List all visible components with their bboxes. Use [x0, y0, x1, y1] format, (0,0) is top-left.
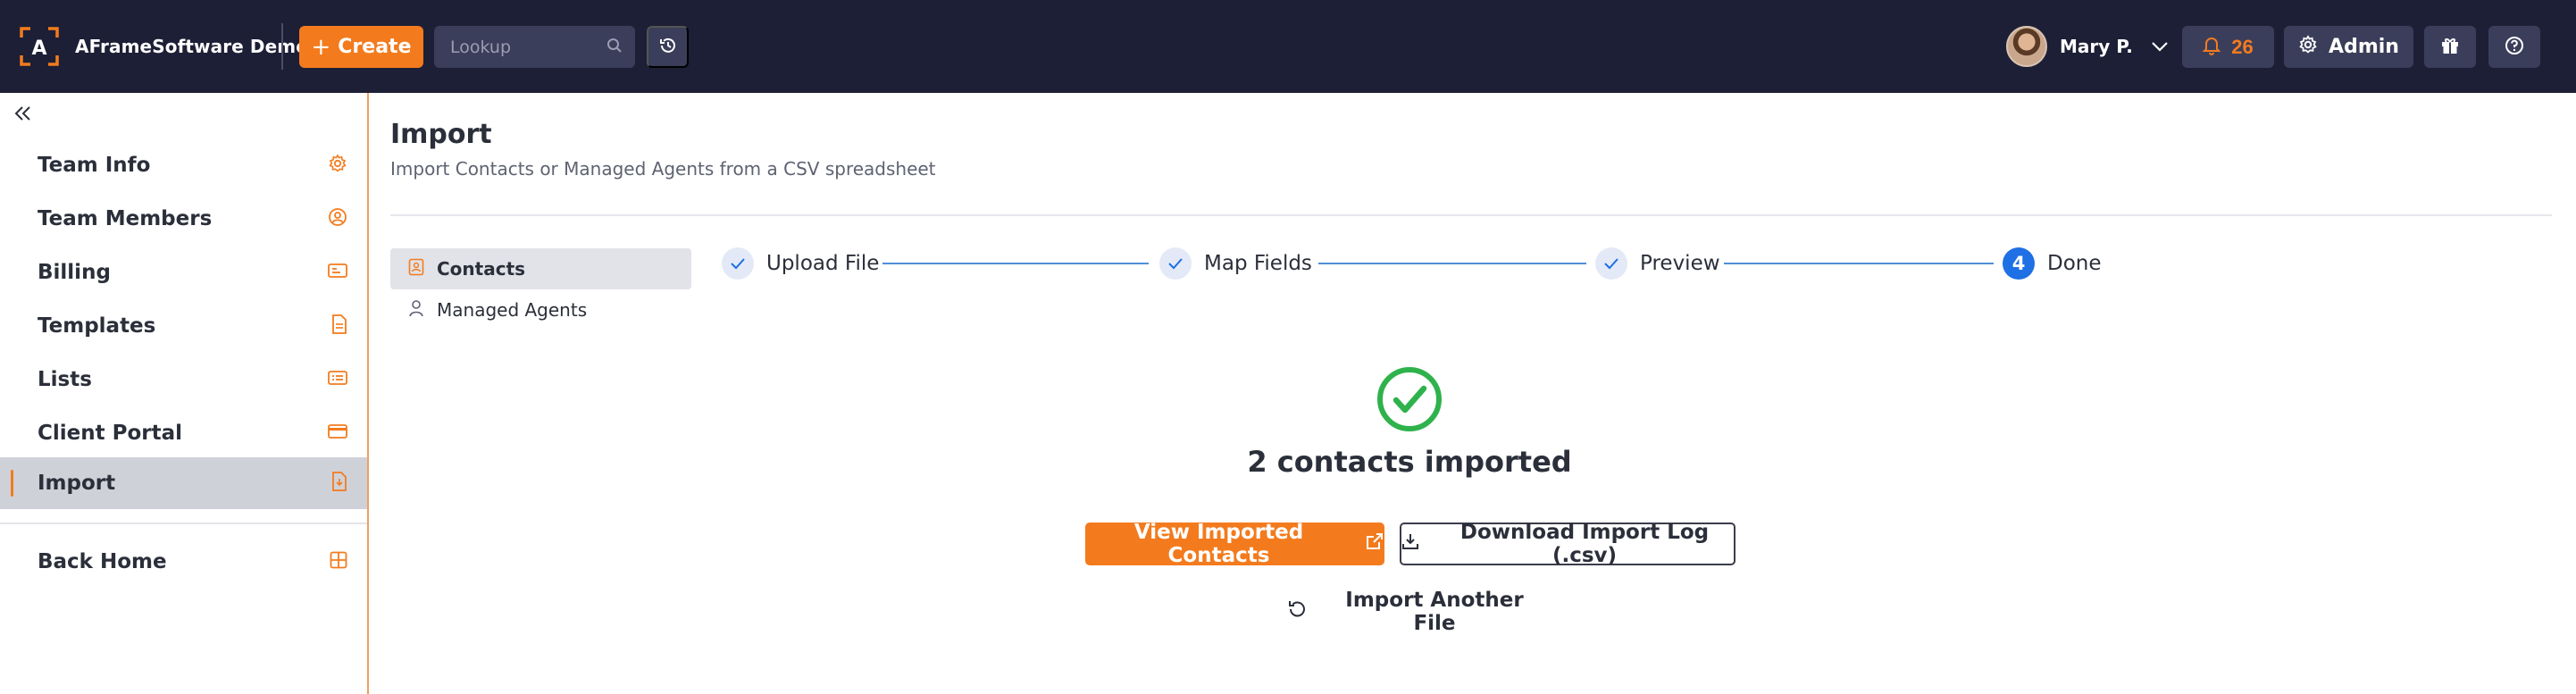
admin-label: Admin: [2329, 36, 2399, 58]
sidebar-item-label: Client Portal: [38, 422, 183, 445]
sidebar-item-back-home[interactable]: Back Home: [0, 536, 367, 588]
sidebar-item-label: Back Home: [38, 550, 167, 573]
import-another-file-button[interactable]: Import Another File: [1286, 589, 1545, 635]
create-button[interactable]: + Create: [299, 26, 423, 68]
brand[interactable]: A AFrameSoftware Demo: [20, 27, 308, 66]
search-icon[interactable]: [606, 38, 623, 57]
sidebar-item-lists[interactable]: Lists: [0, 354, 367, 406]
step-label: Map Fields: [1204, 252, 1312, 275]
billing-card-icon: [328, 263, 347, 282]
sidebar-item-label: Lists: [38, 368, 92, 391]
import-another-label: Import Another File: [1345, 589, 1524, 635]
view-button-label: View Imported Contacts: [1133, 521, 1304, 567]
check-icon: [1595, 247, 1627, 280]
create-label: Create: [338, 36, 412, 58]
grid-icon: [330, 551, 347, 573]
person-icon: [408, 299, 424, 321]
step-label: Preview: [1640, 252, 1720, 275]
plus-icon: +: [311, 33, 331, 61]
import-file-icon: [331, 472, 347, 495]
double-chevron-left-icon: [14, 105, 32, 124]
download-button-label: Download Import Log (.csv): [1459, 521, 1710, 567]
import-type-contacts[interactable]: Contacts: [390, 248, 691, 289]
page-title: Import: [390, 119, 492, 150]
step-label: Done: [2047, 252, 2102, 275]
user-name: Mary P.: [2060, 36, 2133, 57]
restart-icon: [1286, 598, 1324, 625]
chevron-down-icon: [2151, 38, 2169, 55]
step-preview: Preview: [1595, 243, 1720, 284]
sidebar-item-client-portal[interactable]: Client Portal: [0, 407, 367, 459]
step-label: Upload File: [766, 252, 880, 275]
list-icon: [328, 370, 347, 389]
collapse-sidebar-button[interactable]: [13, 104, 34, 125]
contacts-icon: [408, 258, 424, 280]
sidebar-item-import[interactable]: Import: [0, 457, 367, 509]
check-icon: [722, 247, 754, 280]
step-number: 4: [2003, 247, 2035, 280]
view-imported-contacts-button[interactable]: View Imported Contacts: [1085, 521, 1384, 567]
external-link-icon: [1352, 531, 1384, 556]
sidebar-divider: [0, 523, 367, 524]
bell-icon: [2202, 36, 2221, 58]
sidebar: Team Info Team Members Billing Templates…: [0, 93, 369, 694]
gear-icon: [328, 154, 347, 177]
avatar: [2006, 26, 2047, 67]
step-connector: [1724, 263, 1994, 264]
sidebar-item-team-members[interactable]: Team Members: [0, 193, 367, 245]
sidebar-item-label: Team Info: [38, 154, 151, 177]
sidebar-item-label: Templates: [38, 314, 156, 338]
step-map-fields: Map Fields: [1159, 243, 1312, 284]
import-result-message: 2 contacts imported: [1247, 445, 1572, 479]
brand-name: AFrameSoftware Demo: [75, 36, 309, 57]
history-icon: [658, 36, 678, 58]
step-connector: [1318, 263, 1586, 264]
lookup-box: [434, 26, 635, 68]
portal-card-icon: [328, 423, 347, 443]
recent-history-button[interactable]: [647, 26, 689, 68]
page-subtitle: Import Contacts or Managed Agents from a…: [390, 158, 936, 180]
aframe-logo-icon: A: [20, 27, 59, 66]
svg-text:A: A: [31, 38, 46, 60]
gift-button[interactable]: [2424, 26, 2476, 68]
import-type-label: Contacts: [437, 258, 526, 280]
step-connector: [882, 263, 1149, 264]
gear-icon: [2298, 34, 2318, 60]
check-icon: [1159, 247, 1192, 280]
user-circle-icon: [328, 207, 347, 230]
notifications-button[interactable]: 26: [2182, 26, 2274, 68]
topbar-divider: [281, 23, 283, 70]
notification-count: 26: [2231, 35, 2254, 58]
sidebar-item-label: Billing: [38, 261, 111, 284]
step-upload-file: Upload File: [722, 243, 879, 284]
sidebar-item-label: Team Members: [38, 207, 213, 230]
sidebar-item-label: Import: [38, 472, 116, 495]
gift-icon: [2440, 36, 2460, 58]
content-divider: [390, 214, 2552, 216]
sidebar-item-team-info[interactable]: Team Info: [0, 139, 367, 191]
step-done: 4 Done: [2003, 243, 2102, 284]
import-stepper: Upload File Map Fields Preview 4 Done: [722, 243, 2106, 284]
admin-button[interactable]: Admin: [2284, 26, 2413, 68]
download-icon: [1401, 532, 1435, 556]
document-icon: [331, 314, 347, 338]
help-icon: [2505, 36, 2524, 58]
user-menu[interactable]: Mary P.: [2006, 25, 2169, 68]
lookup-input[interactable]: [450, 37, 606, 57]
import-type-managed-agents[interactable]: Managed Agents: [390, 289, 691, 330]
help-button[interactable]: [2488, 26, 2540, 68]
sidebar-item-billing[interactable]: Billing: [0, 247, 367, 298]
download-import-log-button[interactable]: Download Import Log (.csv): [1400, 521, 1735, 567]
import-type-label: Managed Agents: [437, 299, 588, 321]
success-check-icon: [1376, 366, 1443, 432]
top-bar: A AFrameSoftware Demo + Create Mary P. 2…: [0, 0, 2576, 93]
sidebar-item-templates[interactable]: Templates: [0, 300, 367, 352]
